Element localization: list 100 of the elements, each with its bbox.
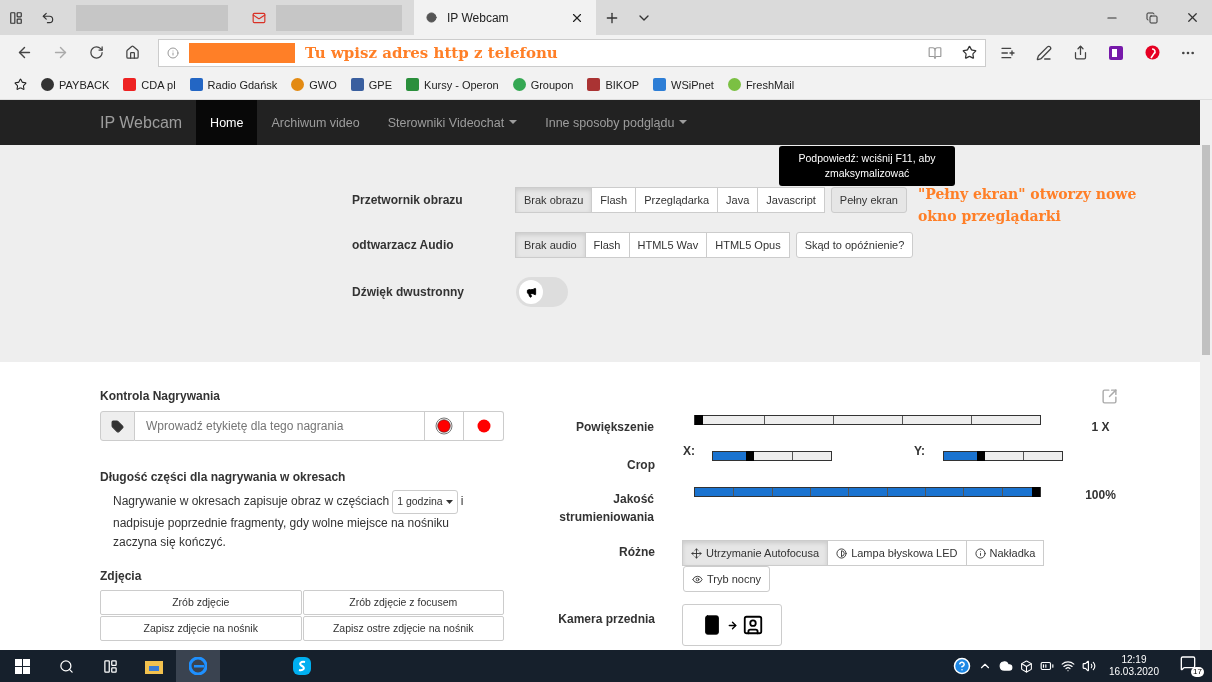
bookmark[interactable]: Kursy - Operon (406, 78, 499, 91)
option-button[interactable]: Pełny ekran (830, 187, 907, 213)
description-text: i (460, 493, 464, 510)
move-icon (691, 547, 702, 559)
browser-tab[interactable]: IP Webcam (414, 0, 596, 35)
info-icon (974, 547, 986, 559)
bookmark[interactable]: Groupon (512, 78, 574, 91)
time-text: 12:19 (1121, 654, 1147, 666)
user-card-icon (741, 614, 764, 636)
caret-icon (679, 120, 688, 125)
record-button[interactable] (464, 411, 504, 441)
bookmark[interactable]: PAYBACK (41, 78, 110, 91)
slider-value: 1 X (1090, 420, 1111, 434)
tooltip: Podpowiedź: wciśnij F11, aby zmaksymalizować (779, 146, 955, 186)
control-label: Różne (618, 544, 655, 561)
box-icon[interactable] (1019, 659, 1033, 673)
reading-view-icon[interactable] (928, 45, 942, 60)
cloud-icon[interactable] (998, 659, 1013, 673)
slider-thumb[interactable] (695, 415, 703, 425)
bookmark-icon (406, 78, 420, 91)
volume-icon[interactable] (1081, 659, 1096, 673)
record-icon (476, 419, 491, 433)
bookmark[interactable]: Radio Gdańsk (189, 78, 278, 91)
bookmark[interactable]: BIKOP (587, 78, 640, 91)
toggle-button[interactable]: Lampa błyskowa LED (827, 540, 967, 566)
option-button[interactable]: Brak obrazu (515, 187, 593, 213)
bookmark-icon (41, 78, 54, 91)
star-icon[interactable] (962, 45, 977, 60)
option-button[interactable]: Java (717, 187, 759, 213)
interval-dropdown[interactable]: 1 godzina (392, 490, 458, 514)
caret-icon (509, 120, 518, 125)
bookmark[interactable]: GPE (350, 78, 393, 91)
battery-icon[interactable] (1039, 659, 1054, 673)
section-title: Długość części dla nagrywania w okresach (100, 469, 347, 485)
slider-thumb[interactable] (746, 451, 754, 461)
axis-label: Y: (914, 444, 927, 458)
caret-icon (445, 499, 453, 504)
arrow-right-icon (726, 619, 738, 631)
section-title: Zdjęcia (100, 567, 143, 584)
brand[interactable]: IP Webcam (86, 100, 197, 145)
wifi-icon[interactable] (1060, 659, 1075, 673)
mail-icon (252, 10, 266, 25)
photo-button[interactable]: Zrób zdjęcie (100, 589, 302, 615)
bookmark-icon (189, 78, 203, 91)
toggle-switch[interactable] (516, 277, 568, 307)
scrollbar[interactable] (1200, 100, 1212, 650)
description-text: Nagrywanie w okresach zapisuje obraz w częściach (113, 493, 390, 510)
slider-track[interactable] (694, 487, 1042, 497)
nav-item[interactable]: Sterowniki Videochat (373, 100, 532, 145)
toggle-button[interactable]: Nakładka (965, 540, 1045, 566)
star-icon[interactable] (14, 78, 27, 91)
slider-track[interactable] (712, 451, 832, 461)
setting-label: Przetwornik obrazu (352, 192, 464, 209)
toggle-button[interactable]: Tryb nocny (683, 566, 770, 592)
bookmark[interactable]: GWO (291, 78, 337, 91)
option-button[interactable]: Brak audio (515, 232, 586, 258)
option-button[interactable]: Skąd to opóźnienie? (795, 232, 914, 258)
eye-icon (692, 573, 703, 585)
bookmark[interactable]: WSiPnet (653, 78, 714, 91)
section-title: Kontrola Nagrywania (100, 388, 222, 404)
date-text: 16.03.2020 (1108, 666, 1159, 678)
bookmark[interactable]: FreshMail (727, 78, 795, 91)
contrast-icon (836, 547, 848, 559)
option-button[interactable]: Flash (584, 232, 630, 258)
bookmark-icon (512, 78, 526, 91)
record-button[interactable] (425, 411, 464, 441)
bookmark-icon (727, 78, 741, 91)
bookmark-icon (123, 78, 137, 91)
slider-thumb[interactable] (977, 451, 985, 461)
nav-item[interactable]: Inne sposoby podglądu (531, 100, 702, 145)
toggle-button[interactable]: Utrzymanie Autofocusa (682, 540, 829, 566)
nav-item[interactable]: Archiwum video (257, 100, 374, 145)
camera-switch-button[interactable] (682, 604, 782, 646)
option-button[interactable]: Javascript (757, 187, 825, 213)
photo-button[interactable]: Zrób zdjęcie z focusem (302, 589, 504, 615)
option-button[interactable]: Flash (591, 187, 637, 213)
option-button[interactable]: HTML5 Opus (706, 232, 790, 258)
description-text: nadpisuje poprzednie fragmenty, gdy wolne miejsce na nośniku zaczyna się kończyć. (113, 514, 450, 551)
setting-label: odtwarzacz Audio (352, 237, 455, 254)
slider-track[interactable] (943, 451, 1063, 461)
photo-button[interactable]: Zapisz zdjęcie na nośnik (100, 615, 302, 641)
notification-count: 17 (1191, 667, 1204, 677)
label-input[interactable]: Wprowadź etykietę dla tego nagrania (135, 411, 425, 441)
control-label: Powiększenie (574, 419, 654, 436)
nav-item[interactable]: Home (196, 100, 258, 145)
bookmark[interactable]: CDA pl (123, 78, 176, 91)
option-button[interactable]: Przeglądarka (635, 187, 719, 213)
annotation: Tu wpisz adres http z telefonu (305, 43, 558, 62)
record-icon (435, 417, 453, 435)
slider-value: 100% (1084, 488, 1117, 502)
slider-track[interactable] (694, 415, 1042, 425)
clock[interactable]: 12:19 16.03.2020 (1108, 654, 1159, 678)
megaphone-icon (525, 286, 537, 298)
slider-thumb[interactable] (1032, 487, 1041, 497)
control-label: Kamera przednia (557, 611, 655, 628)
axis-label: X: (683, 444, 696, 458)
annotation: "Pełny ekran" otworzy nowe okno przeglądarki (918, 185, 1138, 226)
help-icon[interactable] (952, 657, 971, 675)
option-button[interactable]: HTML5 Wav (628, 232, 708, 258)
photo-button[interactable]: Zapisz ostre zdjęcie na nośnik (302, 615, 504, 641)
